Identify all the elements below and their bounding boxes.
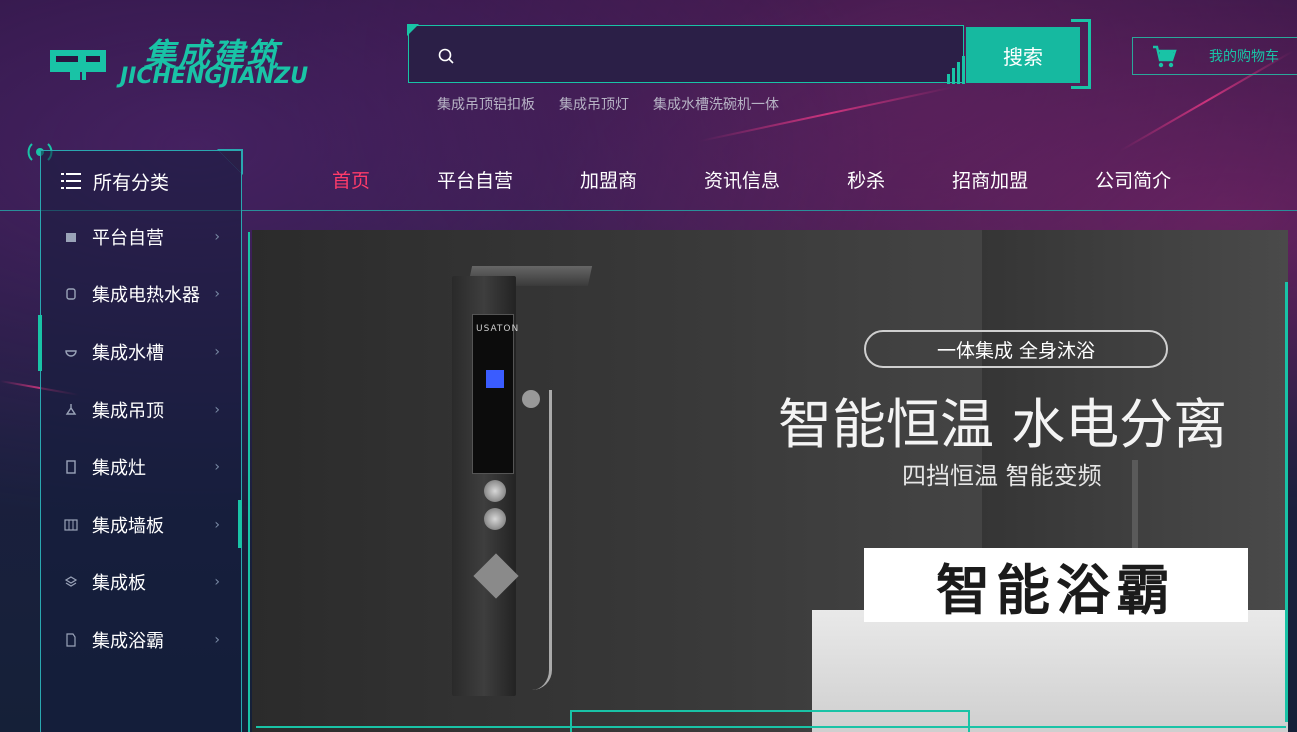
decor-frame (256, 726, 1286, 728)
hot-link[interactable]: 集成吊顶铝扣板 (437, 94, 535, 114)
decor-frame (570, 710, 970, 732)
shower-screen (472, 314, 514, 474)
chevron-right-icon: › (214, 401, 220, 418)
bag-icon (66, 232, 76, 242)
banner-headline: 智能恒温 水电分离 (778, 393, 1228, 456)
search-box (407, 24, 965, 84)
layers-icon (64, 576, 78, 588)
search-input[interactable] (469, 40, 919, 70)
category-label: 集成水槽 (92, 342, 164, 364)
site-logo[interactable]: 集成建筑 JICHENGJIANZU (48, 30, 318, 90)
main-nav: 首页 平台自营 加盟商 资讯信息 秒杀 招商加盟 公司简介 (332, 166, 1171, 193)
nav-item-franchisee[interactable]: 加盟商 (580, 166, 637, 193)
category-label: 集成浴霸 (92, 630, 164, 652)
hot-link[interactable]: 集成吊顶灯 (559, 94, 629, 114)
logo-mark-icon (50, 50, 106, 80)
nav-item-self-operated[interactable]: 平台自营 (437, 166, 513, 193)
category-label: 集成电热水器 (92, 285, 200, 307)
nav-item-investment[interactable]: 招商加盟 (952, 166, 1028, 193)
hero-banner[interactable]: USATON 一体集成 全身沐浴 智能恒温 水电分离 四挡恒温 智能变频 智能浴… (252, 230, 1288, 732)
category-item-wall-panel[interactable]: 集成墙板 › (40, 496, 242, 554)
banner-subline: 四挡恒温 智能变频 (902, 462, 1102, 490)
chevron-right-icon: › (214, 286, 220, 303)
search-button[interactable]: 搜索 (966, 27, 1080, 83)
category-item-stove[interactable]: 集成灶 › (40, 438, 242, 496)
knob-icon (484, 508, 506, 530)
nav-item-about[interactable]: 公司简介 (1095, 166, 1171, 193)
banner-promo-box: 智能浴霸 (864, 548, 1248, 622)
category-item-board[interactable]: 集成板 › (40, 554, 242, 612)
shower-lcd (486, 370, 504, 388)
search-bar: 搜索 (407, 19, 1091, 89)
nav-item-flash-sale[interactable]: 秒杀 (847, 166, 885, 193)
category-label: 集成墙板 (92, 515, 164, 537)
hot-search-links: 集成吊顶铝扣板 集成吊顶灯 集成水槽洗碗机一体 (437, 94, 779, 114)
decor-corner (407, 24, 419, 36)
category-item-water-heater[interactable]: 集成电热水器 › (40, 266, 242, 324)
search-icon (438, 48, 454, 64)
bath-icon (66, 633, 76, 647)
logo-en-text: JICHENGJIANZU (120, 64, 309, 89)
decor-frame (1280, 282, 1288, 722)
category-item-ceiling[interactable]: 集成吊顶 › (40, 381, 242, 439)
banner-promo-text: 智能浴霸 (936, 558, 1176, 622)
hot-link[interactable]: 集成水槽洗碗机一体 (653, 94, 779, 114)
heater-icon (66, 288, 76, 301)
chevron-right-icon: › (214, 228, 220, 245)
category-label: 集成板 (92, 573, 146, 595)
sidebar-header[interactable]: 所有分类 (41, 151, 243, 211)
banner-tagline-pill: 一体集成 全身沐浴 (864, 330, 1168, 368)
chevron-right-icon: › (214, 343, 220, 360)
menu-icon (61, 173, 81, 189)
category-item-sink[interactable]: 集成水槽 › (40, 323, 242, 381)
shower-hose (522, 390, 552, 690)
knob-icon (484, 480, 506, 502)
wall-icon (64, 519, 78, 531)
category-label: 集成灶 (92, 458, 146, 480)
cart-icon (1153, 45, 1177, 68)
cart-button[interactable]: 我的购物车 (1132, 37, 1297, 75)
chevron-right-icon: › (214, 459, 220, 476)
decor-bracket (1071, 19, 1091, 89)
stove-icon (66, 460, 76, 474)
shower-brand: USATON (476, 324, 520, 334)
nav-item-news[interactable]: 资讯信息 (704, 166, 780, 193)
decor-frame (248, 232, 256, 732)
lamp-icon (65, 403, 77, 415)
cart-label: 我的购物车 (1209, 49, 1279, 65)
handheld-shower-icon (522, 390, 540, 408)
sidebar-title: 所有分类 (93, 171, 170, 194)
category-label: 集成吊顶 (92, 400, 164, 422)
chevron-right-icon: › (214, 516, 220, 533)
sink-icon (65, 350, 77, 357)
chevron-right-icon: › (214, 631, 220, 648)
signal-bars-icon (947, 56, 965, 84)
category-label: 平台自营 (92, 227, 164, 249)
nav-item-home[interactable]: 首页 (332, 166, 370, 193)
category-item-self-operated[interactable]: 平台自营 › (40, 208, 242, 266)
category-list: 平台自营 › 集成电热水器 › 集成水槽 › 集成吊顶 › 集成灶 › 集成墙板… (40, 208, 242, 669)
chevron-right-icon: › (214, 574, 220, 591)
category-item-bath-heater[interactable]: 集成浴霸 › (40, 611, 242, 669)
